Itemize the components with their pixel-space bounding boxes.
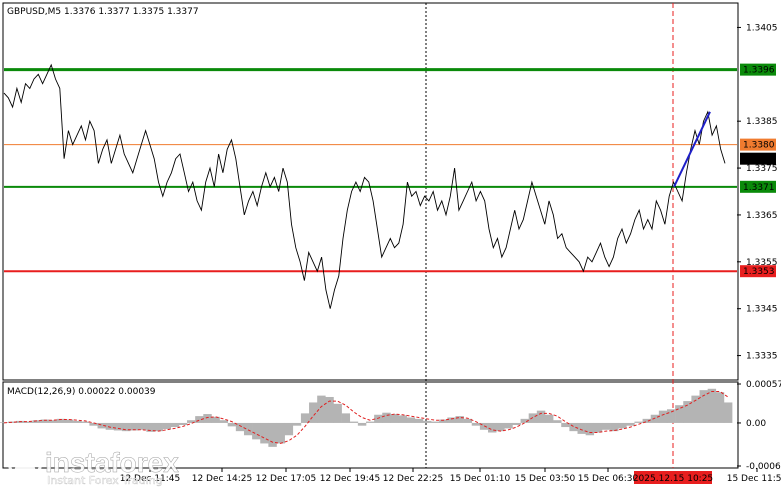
macd-histogram-bar [593,422,603,433]
macd-histogram-bar [414,418,424,423]
macd-histogram-bar [553,420,562,423]
time-tick-label: 12 Dec 14:25 [192,474,253,484]
macd-histogram-bar [252,422,261,440]
level-label-1-3396: 1.3396 [740,63,776,76]
macd-histogram-bar [610,422,619,432]
macd-histogram-bar [292,422,302,426]
macd-header: MACD(12,26,9) 0.00022 0.00039 [7,387,156,397]
macd-histogram-bar [585,422,595,436]
time-marker-text: 2025.12.15 10:25 [633,474,713,484]
macd-histogram-bar [300,413,310,423]
time-tick-label: 15 Dec 03:50 [515,474,576,484]
macd-histogram-bar [333,403,342,423]
macd-histogram-bar [675,405,684,423]
macd-histogram-bar [105,422,115,430]
macd-histogram-bar [138,422,147,430]
macd-histogram-bar [65,419,74,423]
price-tick-label: 1.3345 [746,305,778,315]
macd-histogram-bar [488,422,497,433]
macd-histogram-bar [406,417,416,423]
level-value: 1.3353 [743,267,775,277]
macd-histogram-bar [211,416,220,423]
macd-histogram-bar [382,412,391,423]
macd-histogram-bar [390,414,399,423]
macd-histogram-bar [243,422,253,436]
macd-histogram-bar [650,414,660,423]
macd-histogram-bar [260,422,269,444]
time-tick-label: 12 Dec 17:05 [256,474,317,484]
macd-histogram-bar [447,417,456,423]
price-tick-label: 1.3355 [746,258,778,268]
macd-histogram-bar [512,422,521,425]
time-x-axis: 12 Dec 11:45 12 Dec 14:25 12 Dec 17:05 12 D… [120,468,781,484]
macd-histogram-bar [276,422,285,444]
macd-histogram-bar [536,410,546,423]
symbol-header: GBPUSD,M5 1.3376 1.3377 1.3375 1.3377 [7,7,199,17]
price-tick-label: 1.3335 [746,352,778,362]
level-label-1-3380: 1.3380 [740,138,776,151]
macd-histogram-bar [471,422,481,426]
macd-y-axis: 0.00057 0.00 -0.00063 [737,380,781,472]
macd-histogram-bar [284,422,294,436]
macd-histogram-bar [496,422,505,432]
macd-histogram-bar [341,413,351,423]
level-label-1-3371: 1.3371 [740,180,776,193]
macd-histogram-bar [528,413,538,423]
macd-histogram-bar [723,402,733,423]
time-tick-label: 15 Dec 11:50 [727,474,781,484]
macd-histogram-bar [162,422,172,430]
macd-histogram-bar [626,422,635,426]
price-tick-label: 1.3385 [746,117,778,127]
time-tick-label: 12 Dec 19:45 [320,474,381,484]
level-value: 1.3396 [743,66,775,76]
chart-canvas: 1.3396 1.33801.3377 1.3371 1.3353 1.3405 1.3… [0,2,781,487]
macd-histogram-bar [357,422,367,426]
macd-histogram-bar [219,420,229,423]
macd-histogram-bar [455,416,464,423]
macd-histogram-bar [81,421,90,423]
macd-histogram-bar [309,402,318,423]
macd-histogram-bar [666,409,676,423]
macd-histogram-bar [73,420,82,423]
macd-tick-label: 0.00 [746,419,766,429]
watermark-tagline: Instant Forex Trading [47,474,163,487]
macd-histogram-bar [715,392,725,423]
macd-histogram-bar [154,422,163,432]
macd-histogram-bar [569,422,578,432]
macd-histogram-bar [349,421,359,423]
level-value: 1.3371 [743,183,775,193]
macd-histogram-bar [683,401,692,423]
macd-histogram-bar [658,410,668,423]
macd-tick-label: 0.00057 [746,380,781,390]
macd-histogram-bar [634,421,643,423]
time-tick-label: 15 Dec 01:10 [450,474,511,484]
level-label-1-3377: 1.3377 [740,152,776,165]
macd-histogram-bar [366,421,375,423]
macd-histogram-bar [691,395,700,423]
macd-histogram-bar [268,422,277,447]
macd-histogram-bar [374,414,383,423]
macd-histogram-bar [170,422,180,428]
macd-histogram-bar [203,414,212,423]
macd-histogram-bar [113,422,123,431]
macd-histogram-bar [178,422,188,425]
macd-histogram-bar [707,388,717,423]
macd-histogram-bar [431,421,440,423]
level-value: 1.3380 [743,141,775,151]
macd-histogram-bar [504,422,513,429]
macd-histogram-bar [544,414,554,423]
time-tick-label: 15 Dec 06:30 [578,474,639,484]
macd-histogram-bar [422,420,432,423]
price-tick-label: 1.3365 [746,211,778,221]
macd-histogram-bar [601,422,611,430]
macd-histogram-bar [618,422,627,429]
time-tick-label: 12 Dec 22:25 [383,474,444,484]
macd-tick-label: -0.00063 [746,462,781,472]
price-tick-label: 1.3375 [746,164,778,174]
price-tick-label: 1.3405 [746,23,778,33]
time-marker-label: 2025.12.15 10:25 [633,471,713,484]
macd-histogram-bar [398,415,407,423]
macd-histogram-bar [577,422,586,434]
